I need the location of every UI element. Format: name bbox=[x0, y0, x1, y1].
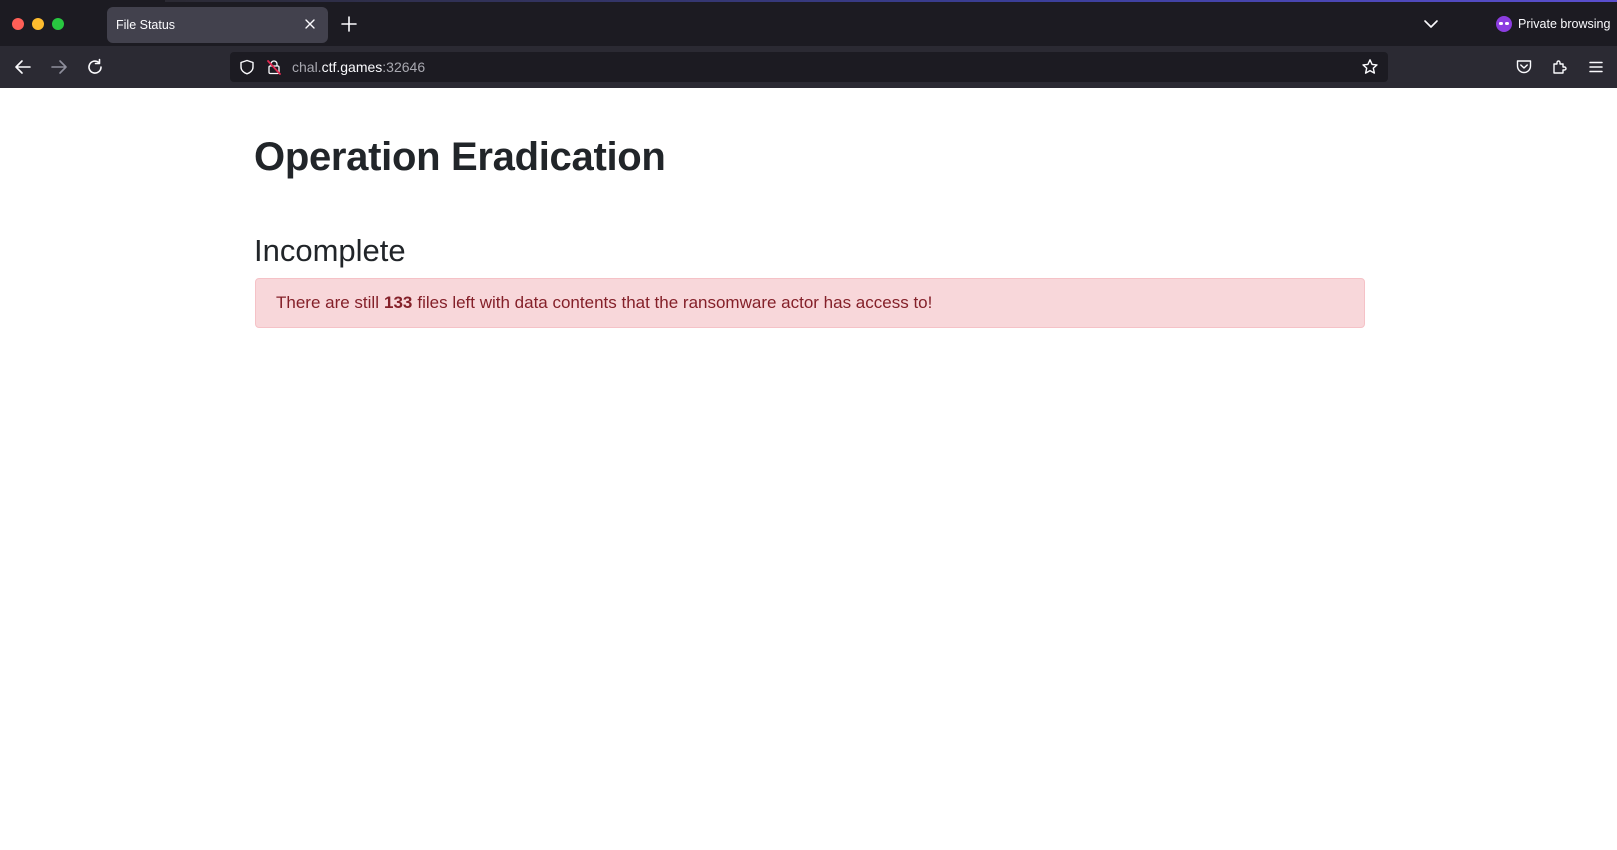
close-window-button[interactable] bbox=[12, 18, 24, 30]
remaining-files-count: 133 bbox=[383, 293, 413, 312]
alert-text-before: There are still bbox=[276, 293, 379, 312]
maximize-window-button[interactable] bbox=[52, 18, 64, 30]
private-browsing-indicator: Private browsing bbox=[1496, 14, 1610, 34]
extensions-puzzle-icon[interactable] bbox=[1551, 58, 1569, 76]
pocket-icon[interactable] bbox=[1515, 58, 1533, 76]
plus-icon[interactable] bbox=[340, 15, 358, 33]
tracking-protection-shield-icon[interactable] bbox=[239, 59, 255, 75]
forward-arrow-icon[interactable] bbox=[49, 57, 69, 77]
insecure-lock-icon[interactable] bbox=[266, 59, 282, 75]
alert-text-after: files left with data contents that the r… bbox=[417, 293, 933, 312]
back-arrow-icon[interactable] bbox=[13, 57, 33, 77]
browser-chrome: File Status Private browsing chal.ctf.ga… bbox=[0, 0, 1617, 88]
url-prefix: chal. bbox=[292, 59, 322, 75]
url-text[interactable]: chal.ctf.games:32646 bbox=[292, 59, 425, 75]
minimize-window-button[interactable] bbox=[32, 18, 44, 30]
page-title: Operation Eradication bbox=[254, 135, 666, 179]
navigation-toolbar: chal.ctf.games:32646 bbox=[0, 46, 1617, 88]
private-browsing-icon bbox=[1496, 16, 1512, 32]
bookmark-star-icon[interactable] bbox=[1361, 58, 1379, 76]
tab-file-status[interactable]: File Status bbox=[107, 7, 328, 43]
private-browsing-label: Private browsing bbox=[1518, 17, 1611, 31]
close-icon[interactable] bbox=[302, 16, 318, 32]
status-alert: There are still 133 files left with data… bbox=[255, 278, 1365, 328]
status-heading: Incomplete bbox=[254, 233, 406, 268]
url-domain: ctf.games bbox=[321, 59, 383, 75]
page-content: Operation Eradication Incomplete There a… bbox=[0, 88, 1617, 850]
menu-hamburger-icon[interactable] bbox=[1587, 58, 1605, 76]
url-bar[interactable]: chal.ctf.games:32646 bbox=[230, 52, 1388, 82]
reload-icon[interactable] bbox=[85, 57, 105, 77]
url-port: :32646 bbox=[382, 59, 426, 75]
tab-title: File Status bbox=[116, 18, 176, 32]
tab-bar: File Status Private browsing bbox=[0, 0, 1617, 46]
chevron-down-icon[interactable] bbox=[1423, 16, 1439, 32]
